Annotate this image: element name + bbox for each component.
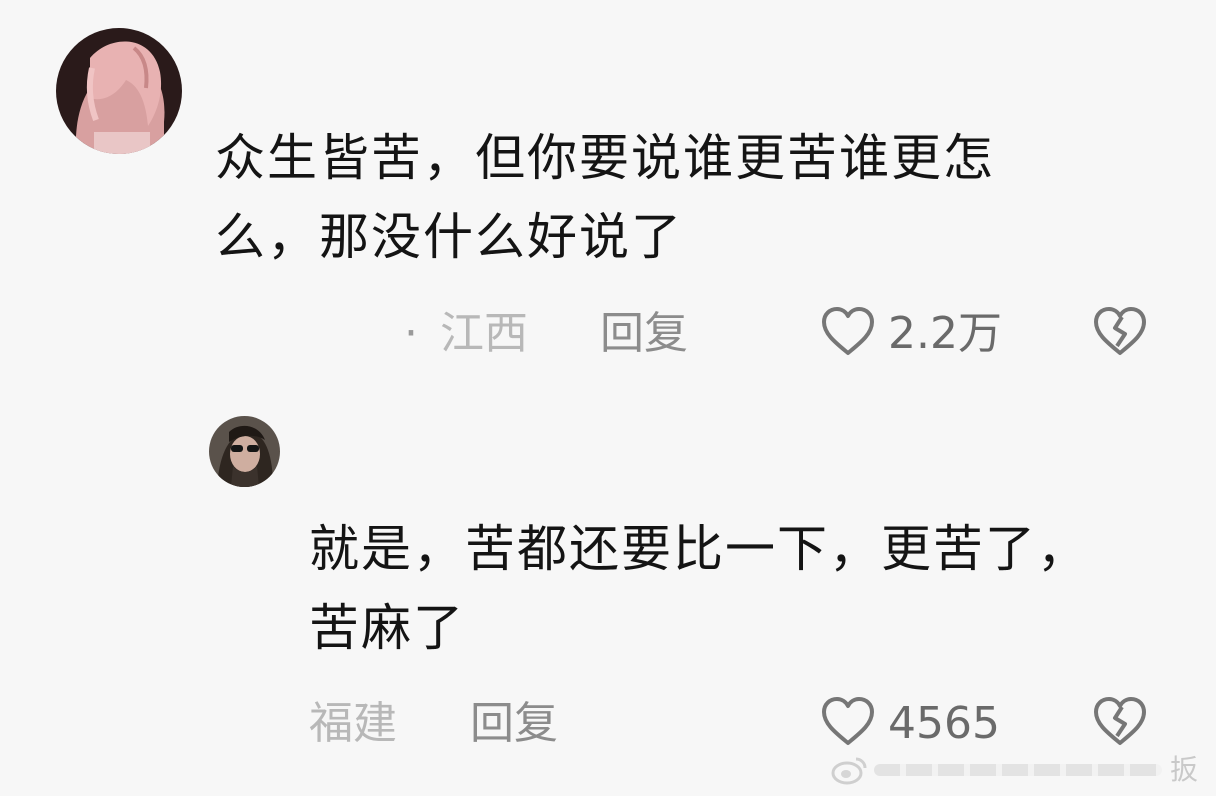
weibo-logo-icon	[830, 754, 868, 786]
watermark-text: 扳	[1170, 753, 1199, 786]
comment-text-line: 么，那没什么好说了	[215, 208, 683, 266]
comment-text-line: 众生皆苦，但你要说谁更苦谁更怎	[215, 129, 995, 187]
like-count: 4565	[888, 698, 1000, 749]
heart-outline-icon[interactable]	[820, 306, 876, 358]
comment-text-line: 苦麻了	[309, 599, 465, 657]
meta-separator-dot: ·	[404, 308, 418, 359]
anime-girl-avatar[interactable]	[56, 28, 182, 154]
sunglasses-person-avatar[interactable]	[209, 416, 280, 487]
ip-location: 江西	[440, 308, 528, 359]
comment-text-line: 就是，苦都还要比一下，更苦了，	[309, 520, 1089, 578]
broken-heart-icon[interactable]	[1092, 696, 1148, 748]
watermark-username-blur	[874, 764, 1162, 776]
weibo-watermark: 扳	[830, 750, 1216, 790]
reply-button[interactable]: 回复	[470, 696, 558, 752]
like-count: 2.2万	[888, 308, 1002, 359]
heart-outline-icon[interactable]	[820, 696, 876, 748]
ip-location: 福建	[309, 698, 397, 749]
reply-button[interactable]: 回复	[600, 306, 688, 362]
broken-heart-icon[interactable]	[1092, 306, 1148, 358]
